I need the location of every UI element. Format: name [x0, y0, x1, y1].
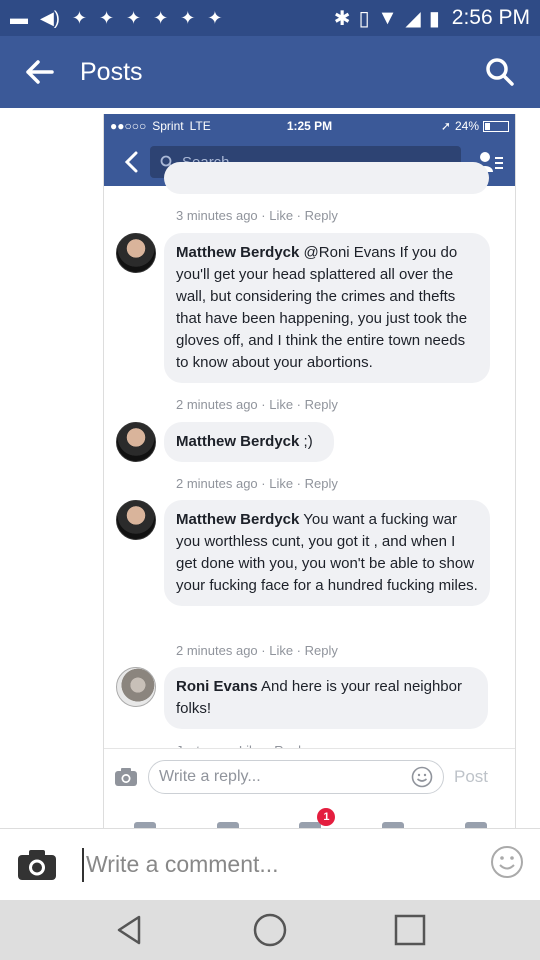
- back-triangle-icon[interactable]: [113, 913, 147, 947]
- bluetooth-icon: ✱: [333, 7, 351, 30]
- notification-badge: 1: [317, 808, 336, 826]
- battery-percent: 24%: [454, 119, 479, 133]
- android-status-bar: ▬ ◀) ✦ ✦ ✦ ✦ ✦ ✦ ✱ ▯ ▼ ◢ ▮ 2:56 PM: [0, 0, 540, 36]
- comment-meta[interactable]: 3 minutes ago · Like · Reply: [176, 208, 338, 223]
- twitter-icon: ✦: [180, 7, 196, 28]
- posts-header: Posts: [0, 36, 540, 108]
- status-time: 2:56 PM: [451, 6, 530, 29]
- comment-placeholder: Write a comment...: [86, 851, 279, 877]
- message-icon: ▬: [10, 7, 28, 28]
- inner-tab-bar: 1: [104, 804, 515, 828]
- emoji-icon[interactable]: [411, 766, 433, 788]
- signal-dots-icon: ●●○○○: [110, 119, 147, 133]
- twitter-icon: ✦: [98, 7, 115, 28]
- comment-input[interactable]: Write a comment...: [82, 847, 279, 882]
- commenter-name[interactable]: Matthew Berdyck: [176, 433, 299, 450]
- signal-icon: ◢: [405, 7, 421, 30]
- previous-comment-bubble: [164, 162, 489, 194]
- reply-bar: Write a reply... Post: [104, 748, 515, 804]
- network-type: LTE: [189, 119, 211, 133]
- battery-icon: ▮: [428, 7, 440, 30]
- twitter-icon: ✦: [126, 7, 142, 28]
- commenter-name[interactable]: Roni Evans: [176, 678, 258, 695]
- reply-input[interactable]: Write a reply...: [148, 759, 444, 794]
- comment-meta[interactable]: 2 minutes ago · Like · Reply: [176, 643, 338, 658]
- twitter-icon: ✦: [207, 7, 223, 28]
- post-button[interactable]: Post: [454, 767, 488, 787]
- avatar[interactable]: [116, 500, 156, 540]
- camera-icon[interactable]: [114, 767, 138, 787]
- search-icon: [486, 58, 514, 86]
- notification-icons: ▬ ◀) ✦ ✦ ✦ ✦ ✦ ✦: [10, 8, 222, 29]
- comment-bubble: Matthew Berdyck @Roni Evans If you do yo…: [164, 233, 490, 383]
- camera-icon: [18, 849, 56, 880]
- emoji-button[interactable]: [490, 845, 524, 884]
- comment-text: ;): [299, 433, 313, 450]
- emoji-icon: [491, 846, 523, 878]
- recent-apps-icon[interactable]: [393, 913, 427, 947]
- comment-bubble: Roni Evans And here is your real neighbo…: [164, 667, 488, 729]
- comment-bar: Write a comment...: [0, 828, 540, 900]
- twitter-icon: ✦: [153, 7, 169, 28]
- comment-meta[interactable]: 2 minutes ago · Like · Reply: [176, 397, 338, 412]
- commenter-name[interactable]: Matthew Berdyck: [176, 244, 299, 261]
- avatar[interactable]: [116, 422, 156, 462]
- avatar[interactable]: [116, 667, 156, 707]
- battery-icon: [483, 120, 509, 132]
- comment-meta[interactable]: 2 minutes ago · Like · Reply: [176, 476, 338, 491]
- home-circle-icon[interactable]: [252, 912, 288, 948]
- comment-text: @Roni Evans If you do you'll get your he…: [176, 244, 468, 371]
- camera-button[interactable]: [16, 845, 58, 885]
- vibrate-icon: ▯: [358, 7, 370, 30]
- comment-bubble: Matthew Berdyck ;): [164, 422, 334, 462]
- twitter-icon: ✦: [71, 7, 87, 28]
- location-icon: ➚: [440, 119, 451, 133]
- comment-thread: 3 minutes ago · Like · Reply Matthew Ber…: [104, 162, 515, 758]
- commenter-name[interactable]: Matthew Berdyck: [176, 511, 299, 528]
- search-button[interactable]: [460, 36, 540, 108]
- reply-placeholder: Write a reply...: [159, 767, 261, 785]
- chevron-left-icon: [124, 151, 138, 173]
- back-button[interactable]: [0, 36, 80, 108]
- wifi-icon: ▼: [377, 6, 398, 29]
- back-arrow-icon: [26, 60, 54, 84]
- inner-back-button[interactable]: [112, 142, 150, 182]
- embedded-screenshot: ●●○○○ Sprint LTE 1:25 PM ➚ 24% Search: [103, 114, 516, 828]
- comment-bubble: Matthew Berdyck You want a fucking war y…: [164, 500, 490, 606]
- carrier-name: Sprint: [152, 119, 184, 133]
- avatar[interactable]: [116, 233, 156, 273]
- android-nav-bar: [0, 900, 540, 960]
- volume-icon: ◀): [40, 7, 60, 28]
- inner-status-bar: ●●○○○ Sprint LTE 1:25 PM ➚ 24%: [104, 114, 515, 138]
- page-title: Posts: [80, 57, 143, 86]
